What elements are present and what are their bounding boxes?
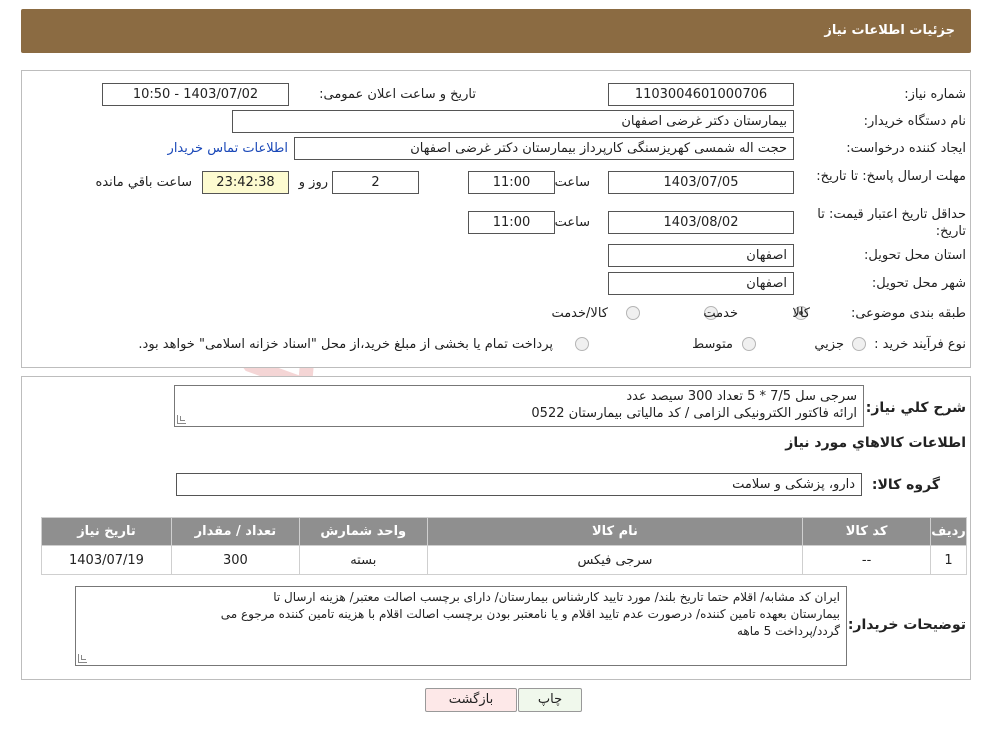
buyer-org-label: نام دستگاه خریدار: xyxy=(863,114,966,129)
process-option-minor: جزیي xyxy=(814,337,844,352)
cell-row-number: 1 xyxy=(930,545,967,575)
col-unit: واحد شمارش xyxy=(298,517,428,546)
col-need-date: تاریخ نیاز xyxy=(41,517,172,546)
validity-time-field[interactable]: 11:00 xyxy=(468,211,555,234)
validity-time-label: ساعت xyxy=(554,215,590,230)
cell-item-code: -- xyxy=(802,545,932,575)
city-field[interactable]: اصفهان xyxy=(608,272,794,295)
days-remaining-field[interactable]: 2 xyxy=(332,171,419,194)
category-option-goods: کالا xyxy=(792,306,810,321)
process-radio-medium[interactable] xyxy=(742,337,756,351)
print-button[interactable]: چاپ xyxy=(518,688,582,712)
buyer-notes-line-3: گردد/پرداخت 5 ماهه xyxy=(736,624,840,638)
process-radio-minor[interactable] xyxy=(852,337,866,351)
city-label: شهر محل تحویل: xyxy=(871,276,966,291)
table-row[interactable]: 1 -- سرجی فیکس بسته 300 1403/07/19 xyxy=(41,545,967,575)
cell-need-date: 1403/07/19 xyxy=(41,545,172,575)
need-info-panel: شماره نیاز: 1103004601000706 تاریخ و ساع… xyxy=(21,70,971,368)
deadline-label: مهلت ارسال پاسخ: تا تاریخ: xyxy=(816,169,966,184)
deadline-date-field[interactable]: 1403/07/05 xyxy=(608,171,794,194)
page-header: جزئیات اطلاعات نیاز xyxy=(21,9,971,53)
need-number-field[interactable]: 1103004601000706 xyxy=(608,83,794,106)
category-option-goods-service: کالا/خدمت xyxy=(551,306,608,321)
province-label: استان محل تحویل: xyxy=(864,248,966,263)
page-title: جزئیات اطلاعات نیاز xyxy=(824,23,955,38)
buyer-notes-textarea[interactable]: ایران کد مشابه/ اقلام حتما تاریخ بلند/ م… xyxy=(75,586,847,666)
deadline-time-field[interactable]: 11:00 xyxy=(468,171,555,194)
process-label: نوع فرآیند خرید : xyxy=(874,337,966,352)
countdown-field: 23:42:38 xyxy=(202,171,289,194)
buyer-contact-link[interactable]: اطلاعات تماس خریدار xyxy=(168,141,288,156)
items-table: رديف کد کالا نام کالا واحد شمارش تعداد /… xyxy=(41,517,967,575)
resize-handle-icon[interactable] xyxy=(177,415,186,424)
goods-group-label: گروه کالا: xyxy=(871,477,940,493)
deadline-time-label: ساعت xyxy=(554,175,590,190)
process-note: پرداخت تمام یا بخشی از مبلغ خرید،از محل … xyxy=(138,337,553,352)
category-label: طبقه بندی موضوعی: xyxy=(850,306,966,321)
cell-unit: بسته xyxy=(298,545,428,575)
col-item-name: نام کالا xyxy=(426,517,804,546)
buyer-notes-label: توضیحات خریدار: xyxy=(847,617,966,633)
process-option-medium: متوسط xyxy=(692,337,733,352)
description-line-1: سرجی سل 7/5 * 5 تعداد 300 سیصد عدد xyxy=(626,389,857,404)
items-panel: شرح كلي نياز: سرجی سل 7/5 * 5 تعداد 300 … xyxy=(21,376,971,680)
description-line-2: ارائه فاکتور الکترونیکی الزامی / کد مالی… xyxy=(531,406,857,421)
category-option-service: خدمت xyxy=(703,306,738,321)
items-table-header: رديف کد کالا نام کالا واحد شمارش تعداد /… xyxy=(41,517,967,546)
announce-datetime-field[interactable]: 1403/07/02 - 10:50 xyxy=(102,83,289,106)
buyer-org-field[interactable]: بیمارستان دکتر غرضی اصفهان xyxy=(232,110,794,133)
col-row-number: رديف xyxy=(930,517,967,546)
goods-group-field[interactable]: دارو، پزشکی و سلامت xyxy=(176,473,862,496)
days-label: روز و xyxy=(298,175,328,190)
items-section-title: اطلاعات كالاهاي مورد نياز xyxy=(785,435,966,451)
cell-quantity: 300 xyxy=(170,545,300,575)
cell-item-name: سرجی فیکس xyxy=(426,545,804,575)
validity-label: حداقل تاریخ اعتبار قیمت: تا تاریخ: xyxy=(817,207,966,239)
validity-date-field[interactable]: 1403/08/02 xyxy=(608,211,794,234)
description-textarea[interactable]: سرجی سل 7/5 * 5 تعداد 300 سیصد عدد ارائه… xyxy=(174,385,864,427)
announce-label: تاریخ و ساعت اعلان عمومی: xyxy=(319,87,476,102)
resize-handle-icon[interactable] xyxy=(78,654,87,663)
buyer-notes-line-2: بیمارستان بعهده تامین کننده/ درصورت عدم … xyxy=(220,607,840,621)
treasury-payment-checkbox[interactable] xyxy=(575,337,589,351)
need-number-label: شماره نیاز: xyxy=(904,87,966,102)
remaining-label: ساعت باقي مانده xyxy=(95,175,192,190)
col-item-code: کد کالا xyxy=(802,517,932,546)
creator-field[interactable]: حجت اله شمسی کهریزسنگی کارپرداز بیمارستا… xyxy=(294,137,794,160)
buyer-notes-line-1: ایران کد مشابه/ اقلام حتما تاریخ بلند/ م… xyxy=(273,590,840,604)
back-button[interactable]: بازگشت xyxy=(425,688,517,712)
creator-label: ایجاد کننده درخواست: xyxy=(846,141,966,156)
description-label: شرح كلي نياز: xyxy=(865,400,966,416)
col-quantity: تعداد / مقدار xyxy=(170,517,300,546)
province-field[interactable]: اصفهان xyxy=(608,244,794,267)
category-radio-goods-service[interactable] xyxy=(626,306,640,320)
